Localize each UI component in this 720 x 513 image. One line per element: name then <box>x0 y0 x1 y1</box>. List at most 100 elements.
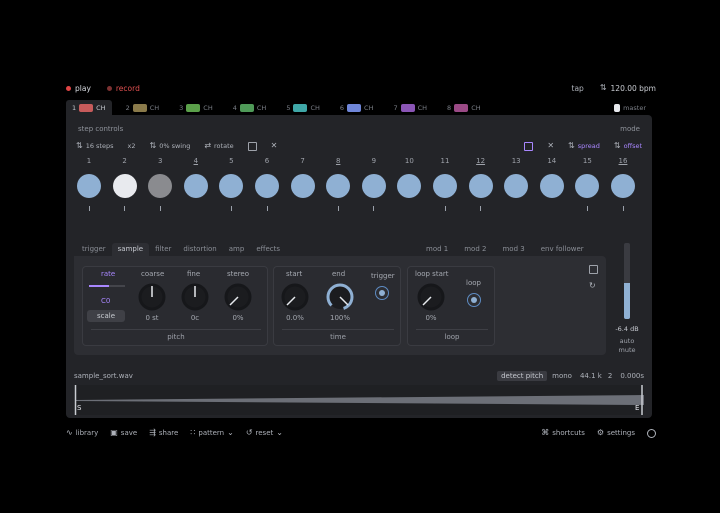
step-pad[interactable] <box>504 174 529 198</box>
help-button[interactable] <box>647 428 656 438</box>
clear-purple-button[interactable]: ✕ <box>547 142 554 150</box>
record-button[interactable]: record <box>106 84 140 93</box>
offset-control[interactable]: ⇅ offset <box>614 142 642 151</box>
library-button[interactable]: ∿ library <box>66 429 98 438</box>
step-5[interactable]: 5 <box>218 155 244 211</box>
channel-tab[interactable]: 7 CH <box>387 100 433 115</box>
step-9[interactable]: 9 <box>361 155 387 211</box>
master-tab[interactable]: master <box>608 100 652 115</box>
channel-tab[interactable]: 8 CH <box>441 100 487 115</box>
step-pad[interactable] <box>361 174 386 198</box>
step-pad[interactable] <box>77 174 101 198</box>
step-15[interactable]: 15 <box>574 155 600 211</box>
step-pad[interactable] <box>326 174 351 198</box>
step-pad[interactable] <box>148 174 173 198</box>
swing-control[interactable]: ⇅ 0% swing <box>149 142 190 151</box>
step-marker <box>444 206 446 211</box>
channel-tab[interactable]: 2 CH <box>120 100 166 115</box>
sub-tab-effects[interactable]: effects <box>250 243 286 256</box>
sub-tab-distortion[interactable]: distortion <box>177 243 222 256</box>
random-purple-button[interactable] <box>524 141 534 151</box>
mod-tab[interactable]: mod 1 <box>426 243 448 256</box>
randomize-button[interactable] <box>247 141 257 151</box>
step-2[interactable]: 2 <box>112 155 138 211</box>
start-knob[interactable] <box>280 282 310 312</box>
shortcuts-button[interactable]: ⌘ shortcuts <box>541 429 585 438</box>
tab-label: CH <box>417 103 428 112</box>
step-12[interactable]: 12 <box>468 155 494 211</box>
sub-tab-amp[interactable]: amp <box>223 243 251 256</box>
step-pad[interactable] <box>397 174 422 198</box>
fine-value: 0c <box>190 314 200 322</box>
mode-label[interactable]: mode <box>620 125 640 133</box>
double-button[interactable]: x2 <box>128 142 136 150</box>
rate-slider[interactable] <box>89 285 125 287</box>
channel-tab[interactable]: 6 CH <box>334 100 380 115</box>
sub-tab-filter[interactable]: filter <box>149 243 177 256</box>
end-knob[interactable] <box>325 282 355 312</box>
share-button[interactable]: ⇶ share <box>149 429 178 438</box>
stereo-knob[interactable] <box>223 282 253 312</box>
mod-tab[interactable]: mod 2 <box>464 243 486 256</box>
step-16[interactable]: 16 <box>610 155 636 211</box>
fine-label: fine <box>187 270 201 278</box>
step-pad[interactable] <box>112 174 137 198</box>
mod-tab[interactable]: mod 3 <box>502 243 524 256</box>
step-pad[interactable] <box>183 174 208 198</box>
step-pad[interactable] <box>290 174 315 198</box>
steps-count[interactable]: ⇅ 16 steps <box>76 142 114 151</box>
rotate-button[interactable]: ⇄ rotate <box>204 142 233 151</box>
mod-tab[interactable]: env follower <box>541 243 584 256</box>
spread-control[interactable]: ⇅ spread <box>568 142 600 151</box>
auto-button[interactable]: auto <box>612 337 642 345</box>
step-7[interactable]: 7 <box>290 155 316 211</box>
reset-dropdown[interactable]: ↺ reset ⌄ <box>246 429 283 438</box>
step-3[interactable]: 3 <box>147 155 173 211</box>
dice-icon <box>247 141 257 151</box>
step-8[interactable]: 8 <box>325 155 351 211</box>
step-11[interactable]: 11 <box>432 155 458 211</box>
scale-button[interactable]: scale <box>87 310 125 322</box>
channel-tab[interactable]: 3 CH <box>173 100 219 115</box>
fine-knob[interactable] <box>180 282 210 312</box>
step-14[interactable]: 14 <box>539 155 565 211</box>
step-number: 6 <box>264 157 270 165</box>
trigger-toggle[interactable] <box>375 286 389 300</box>
coarse-knob[interactable] <box>137 282 167 312</box>
step-13[interactable]: 13 <box>503 155 529 211</box>
step-pad[interactable] <box>575 174 600 198</box>
channel-tab[interactable]: 1 CH <box>66 100 112 115</box>
step-pad[interactable] <box>468 174 493 198</box>
loop-start-knob[interactable] <box>416 282 446 312</box>
step-pad[interactable] <box>255 174 279 198</box>
start-marker[interactable]: S <box>77 404 81 412</box>
channel-tab[interactable]: 4 CH <box>227 100 273 115</box>
step-10[interactable]: 10 <box>396 155 422 211</box>
play-button[interactable]: play <box>66 84 91 93</box>
step-pad[interactable] <box>219 174 244 198</box>
pattern-dropdown[interactable]: ∷ pattern ⌄ <box>190 429 234 438</box>
step-pad[interactable] <box>539 174 564 198</box>
reset-icon[interactable]: ↻ <box>589 282 596 290</box>
sub-tab-sample[interactable]: sample <box>111 243 150 256</box>
sub-tab-trigger[interactable]: trigger <box>76 243 112 256</box>
clear-button[interactable]: ✕ <box>271 142 278 150</box>
channel-tab[interactable]: 5 CH <box>280 100 326 115</box>
end-marker[interactable]: E <box>635 404 639 412</box>
detect-pitch-button[interactable]: detect pitch <box>497 371 548 381</box>
tap-button[interactable]: tap <box>572 84 584 93</box>
loop-toggle[interactable] <box>467 293 481 307</box>
waveform-display[interactable] <box>74 385 644 415</box>
settings-button[interactable]: ⚙ settings <box>597 429 635 438</box>
step-1[interactable]: 1 <box>76 155 102 211</box>
step-pad[interactable] <box>611 174 635 198</box>
dice-icon[interactable] <box>589 265 598 274</box>
output-meter[interactable] <box>624 243 630 319</box>
step-6[interactable]: 6 <box>254 155 280 211</box>
save-button[interactable]: ▣ save <box>110 429 137 438</box>
play-icon <box>66 85 71 91</box>
mute-button[interactable]: mute <box>612 346 642 354</box>
step-pad[interactable] <box>433 174 457 198</box>
step-4[interactable]: 4 <box>183 155 209 211</box>
tempo-field[interactable]: ⇅ 120.00 bpm <box>600 84 656 93</box>
